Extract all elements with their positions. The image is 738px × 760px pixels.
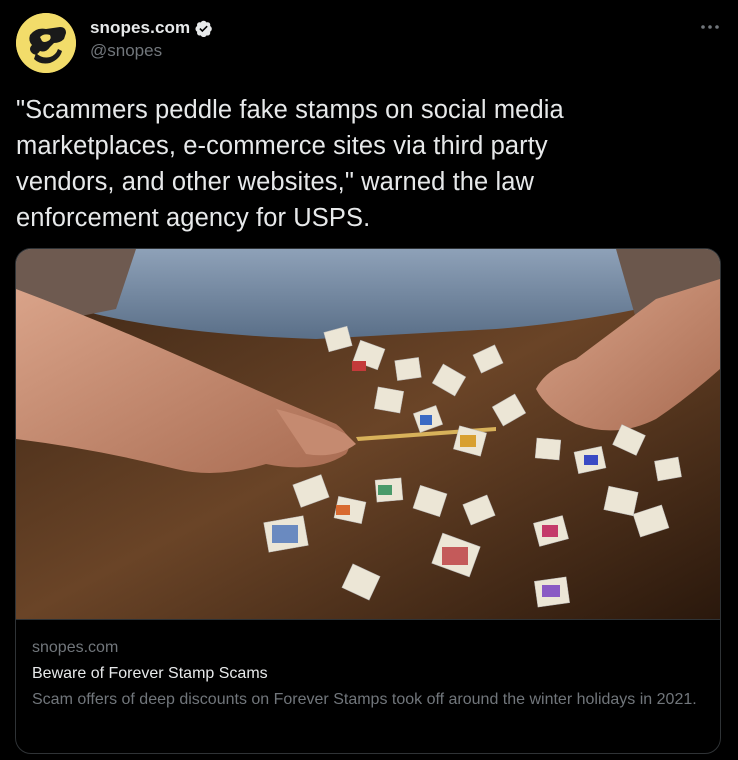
stamps-photo — [16, 249, 720, 619]
avatar[interactable] — [16, 13, 76, 73]
display-name-row[interactable]: snopes.com — [90, 18, 213, 38]
tweet-text: "Scammers peddle fake stamps on social m… — [16, 96, 564, 232]
display-name[interactable]: snopes.com — [90, 18, 190, 38]
more-options-button[interactable] — [698, 20, 722, 34]
author-info: snopes.com @snopes — [90, 18, 213, 61]
card-description: Scam offers of deep discounts on Forever… — [32, 691, 697, 708]
snopes-logo-icon — [16, 13, 76, 73]
card-image[interactable] — [16, 249, 720, 620]
card-meta: snopes.com Beware of Forever Stamp Scams… — [32, 637, 704, 712]
link-card[interactable]: snopes.com Beware of Forever Stamp Scams… — [15, 248, 721, 754]
tweet: snopes.com @snopes "Scammers peddle fake… — [0, 0, 738, 760]
ellipsis-icon — [701, 25, 719, 29]
verified-badge-icon — [194, 19, 213, 38]
handle[interactable]: @snopes — [90, 41, 213, 61]
card-domain: snopes.com — [32, 639, 119, 656]
card-title[interactable]: Beware of Forever Stamp Scams — [32, 663, 704, 685]
